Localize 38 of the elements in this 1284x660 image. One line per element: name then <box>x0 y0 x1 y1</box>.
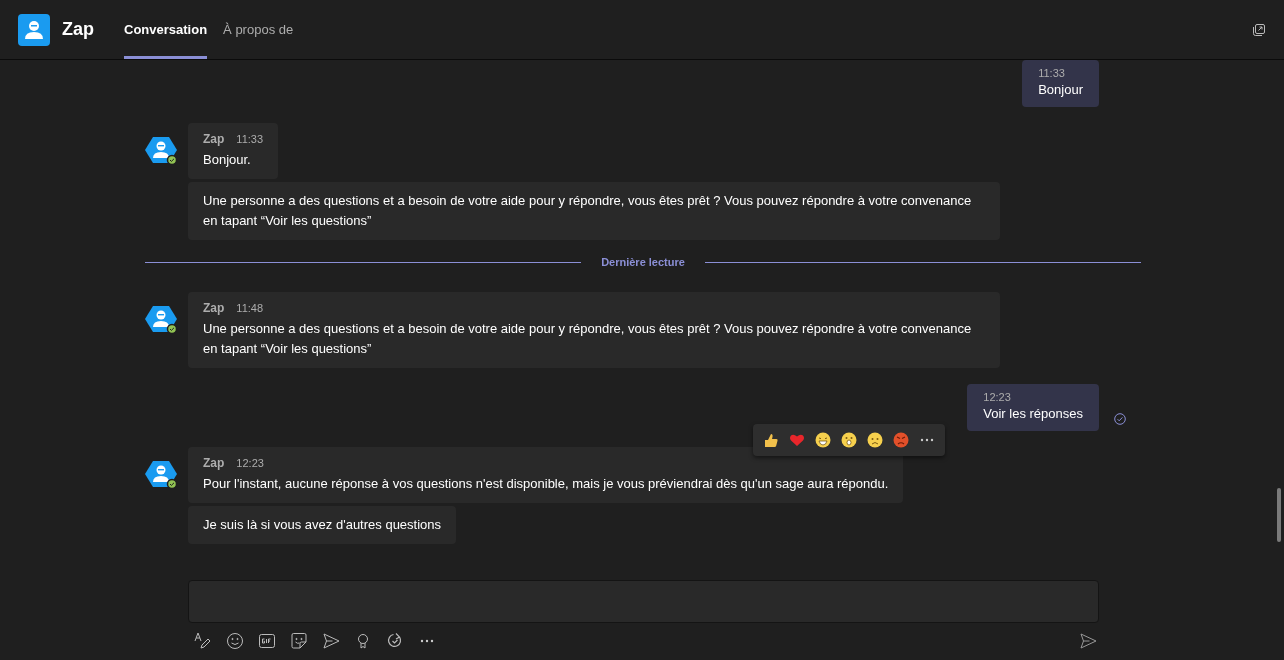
message-text: Je suis là si vous avez d'autres questions <box>203 516 442 534</box>
message-text: Pour l'instant, aucune réponse à vos questions n'est disponible, mais je vous préviendrai dès qu'un sage aura répondu. <box>203 475 889 493</box>
sender-name: Zap <box>203 456 225 470</box>
message-text: Une personne a des questions et a besoin de votre aide pour y répondre, vous êtes prêt ? Vous pouvez répondre à votre convenance en tapant “Voir les questions” <box>203 320 973 358</box>
laughing-face-icon[interactable] <box>815 432 831 448</box>
app-logo-icon <box>18 13 50 46</box>
tab[interactable]: À propos de <box>223 0 294 59</box>
message-time: 11:33 <box>1038 67 1066 79</box>
message-time: 12:23 <box>983 391 1012 403</box>
app-name: Zap <box>62 19 94 40</box>
sender-name: Zap <box>203 132 225 146</box>
message-text: Bonjour. <box>203 151 252 169</box>
bot-avatar-icon <box>145 459 179 489</box>
sticker-icon[interactable] <box>290 632 308 650</box>
send-icon[interactable] <box>1079 632 1097 650</box>
gif-icon[interactable] <box>258 632 276 650</box>
message-text: Voir les réponses <box>983 406 1083 421</box>
sender-name: Zap <box>203 301 225 315</box>
message-text: Une personne a des questions et a besoin de votre aide pour y répondre, vous êtes prêt ? Vous pouvez répondre à votre convenance en tapant “Voir les questions” <box>203 192 973 230</box>
scrollbar[interactable] <box>1277 488 1281 542</box>
thumbs-up-icon[interactable] <box>763 432 779 448</box>
last-read-label: Dernière lecture <box>601 256 685 268</box>
emoji-icon[interactable] <box>226 632 244 650</box>
message-time: 11:33 <box>236 133 264 145</box>
tab[interactable]: Conversation <box>124 0 208 59</box>
loop-icon[interactable] <box>386 632 404 650</box>
message-time: 11:48 <box>236 302 264 314</box>
surprised-face-icon[interactable] <box>841 432 857 448</box>
angry-face-icon[interactable] <box>893 432 909 448</box>
send-arrow-icon[interactable] <box>322 632 340 650</box>
message-text: Bonjour <box>1038 82 1083 97</box>
heart-icon[interactable] <box>789 432 805 448</box>
pop-out-icon[interactable] <box>1252 22 1266 37</box>
format-icon[interactable] <box>194 632 212 650</box>
bot-avatar-icon <box>145 304 179 334</box>
sad-face-icon[interactable] <box>867 432 883 448</box>
bot-avatar-icon <box>145 135 179 165</box>
message-time: 12:23 <box>236 457 264 469</box>
